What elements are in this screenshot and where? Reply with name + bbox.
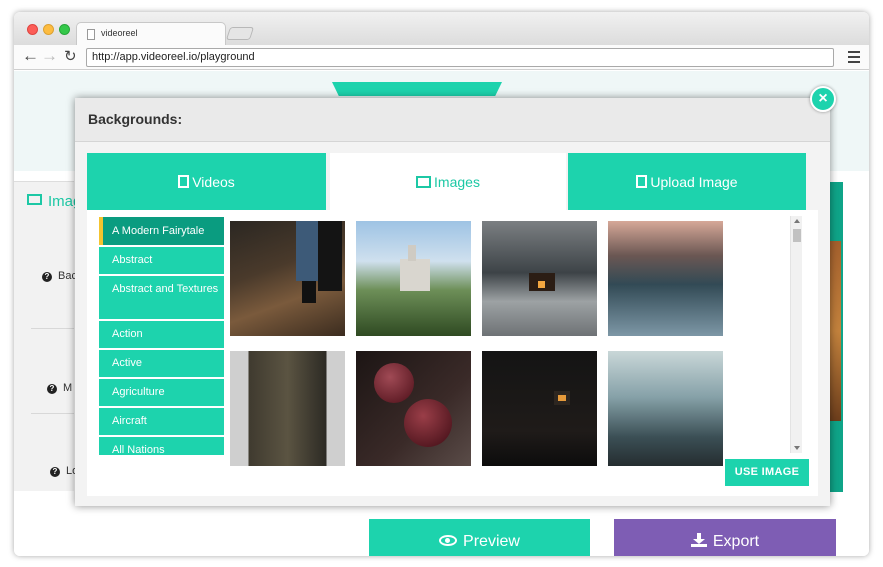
settings-panel [14,181,74,491]
preview-button[interactable]: Preview [369,519,590,556]
header-tab[interactable] [332,82,502,96]
backgrounds-modal: Backgrounds: Videos Images Upload Image … [75,98,830,506]
image-thumbnail-dark-lantern[interactable] [482,351,597,466]
close-icon[interactable]: × [810,86,836,112]
forward-arrow-icon[interactable]: → [41,47,58,65]
file-video-icon [178,175,190,188]
scroll-thumb[interactable] [793,229,801,242]
tab-videos[interactable]: Videos [87,153,326,211]
modal-body: A Modern Fairytale Abstract Abstract and… [87,210,818,496]
image-thumbnail-apples[interactable] [356,351,471,466]
question-icon[interactable]: ? [42,272,52,282]
browser-window: videoreel ← → ↻ http://app.videoreel.io/… [14,12,869,556]
modal-title: Backgrounds: [88,111,183,127]
browser-titlebar: videoreel [14,12,869,46]
image-thumbnail-castle[interactable] [356,221,471,336]
browser-tab[interactable]: videoreel [76,22,226,46]
help-row-background: ? Bac [42,270,77,282]
help-row-logo: ? Lo [50,465,78,477]
use-image-button[interactable]: USE IMAGE [725,459,809,486]
download-icon [690,533,707,547]
category-item[interactable]: Aircraft [99,408,224,435]
panel-title: Imag [27,193,81,210]
divider [31,328,74,329]
category-item[interactable]: Abstract [99,247,224,274]
image-icon [27,194,42,205]
tab-images[interactable]: Images [330,153,566,211]
url-text: http://app.videoreel.io/playground [92,51,255,63]
image-thumbnail-misty-forest[interactable] [608,351,723,466]
close-window-icon[interactable] [27,24,38,35]
scroll-up-icon[interactable] [794,219,800,223]
new-tab-button[interactable] [225,27,255,40]
export-button[interactable]: Export [614,519,836,556]
image-thumbnail-snow-cabin[interactable] [482,221,597,336]
image-icon [416,176,432,188]
category-item[interactable]: A Modern Fairytale [99,217,224,245]
image-thumbnail-lake[interactable] [608,221,723,336]
tab-title: videoreel [101,28,138,38]
hamburger-menu-icon[interactable] [848,51,860,63]
question-icon[interactable]: ? [47,384,57,394]
browser-toolbar: ← → ↻ http://app.videoreel.io/playground [14,45,869,70]
category-item[interactable]: Active [99,350,224,377]
scroll-down-icon[interactable] [794,446,800,450]
reload-icon[interactable]: ↻ [64,48,77,66]
document-icon [87,29,95,40]
address-bar[interactable]: http://app.videoreel.io/playground [86,48,834,67]
file-image-icon [636,175,648,188]
category-list[interactable]: A Modern Fairytale Abstract Abstract and… [99,217,224,455]
question-icon[interactable]: ? [50,467,60,477]
tab-upload-image[interactable]: Upload Image [568,153,806,211]
minimize-window-icon[interactable] [43,24,54,35]
category-item[interactable]: Agriculture [99,379,224,406]
image-thumbnail-forest-legs[interactable] [230,221,345,336]
preview-thumbnail [829,241,841,421]
image-thumbnail-woods[interactable] [230,351,345,466]
thumbnail-scrollbar[interactable] [790,216,802,453]
maximize-window-icon[interactable] [59,24,70,35]
category-item[interactable]: Action [99,321,224,348]
eye-icon [439,535,458,546]
back-arrow-icon[interactable]: ← [22,47,39,65]
modal-header: Backgrounds: [75,98,830,142]
divider [31,413,74,414]
category-item[interactable]: Abstract and Textures [99,276,224,319]
category-item[interactable]: All Nations [99,437,224,455]
help-row-music: ? M [47,382,72,394]
